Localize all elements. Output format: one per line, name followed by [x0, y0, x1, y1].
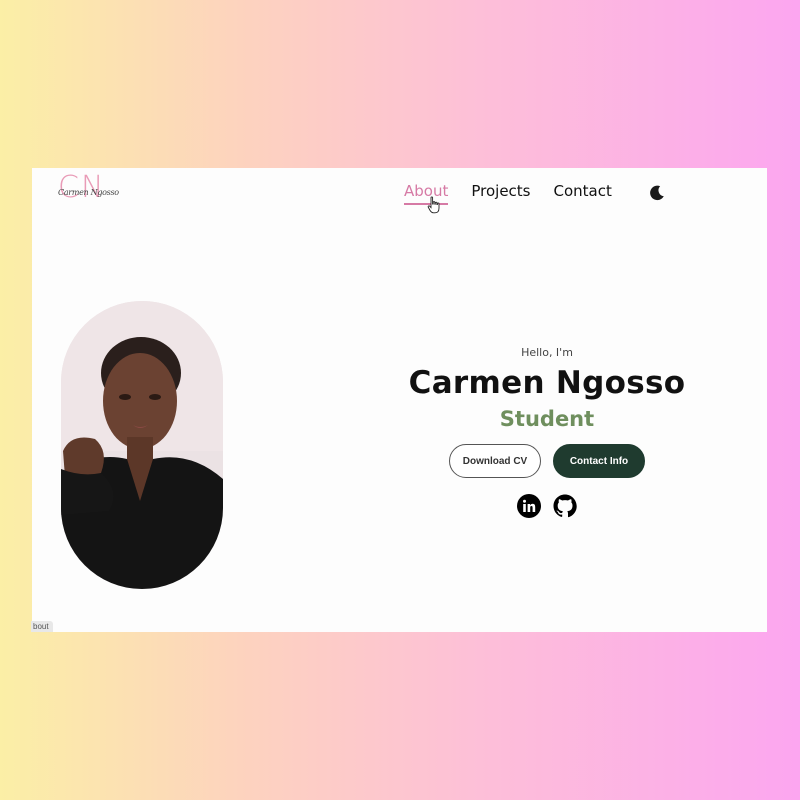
- hero-name: Carmen Ngosso: [408, 365, 686, 401]
- logo-script: Carmen Ngosso: [58, 188, 119, 197]
- nav-link-projects[interactable]: Projects: [471, 182, 530, 200]
- linkedin-icon[interactable]: [517, 494, 541, 518]
- profile-photo: [61, 301, 223, 589]
- hero-role: Student: [499, 407, 595, 431]
- greeting-text: Hello, I'm: [521, 346, 573, 359]
- contact-info-button[interactable]: Contact Info: [553, 444, 645, 478]
- status-bar-url: bout: [31, 621, 53, 632]
- hand-cursor-icon: [427, 196, 440, 214]
- moon-icon[interactable]: [648, 184, 666, 202]
- social-links: [382, 494, 712, 518]
- download-cv-button[interactable]: Download CV: [449, 444, 541, 478]
- site-logo[interactable]: CN Carmen Ngosso: [58, 170, 122, 208]
- github-icon[interactable]: [553, 494, 577, 518]
- nav-link-contact[interactable]: Contact: [554, 182, 612, 200]
- hero-buttons: Download CV Contact Info: [382, 444, 712, 478]
- hero-section: Hello, I'm Carmen Ngosso Student Downloa…: [382, 346, 712, 518]
- browser-viewport: CN Carmen Ngosso About Projects Contact …: [32, 168, 767, 632]
